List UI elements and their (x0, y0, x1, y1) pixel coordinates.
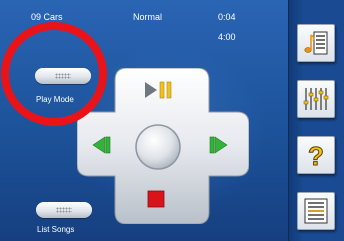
stop-icon (147, 190, 165, 208)
pause-bar-right (166, 81, 172, 99)
playlist-music-icon (304, 31, 328, 55)
menu-list-icon (304, 198, 328, 224)
media-player-screen: 09 Cars Normal 0:04 4:00 Play Mode List … (0, 0, 344, 241)
play-triangle (145, 82, 157, 98)
stop-button[interactable] (147, 190, 165, 208)
list-songs-label: List Songs (37, 225, 75, 234)
grip-icon (56, 207, 72, 213)
previous-track-button[interactable] (89, 135, 113, 155)
previous-bar (105, 136, 111, 154)
elapsed-time: 0:04 (218, 12, 236, 22)
help-icon: ? (308, 141, 325, 172)
center-select-button[interactable] (133, 122, 183, 172)
equalizer-button[interactable] (297, 80, 335, 118)
previous-arrow (92, 136, 106, 154)
track-name: 09 Cars (31, 12, 63, 22)
next-bar (209, 136, 215, 154)
help-button[interactable]: ? (297, 136, 335, 174)
play-pause-button[interactable] (143, 80, 175, 100)
equalizer-icon (303, 88, 329, 110)
playlist-button[interactable] (297, 24, 335, 62)
menu-button[interactable] (297, 192, 335, 230)
next-track-button[interactable] (207, 135, 231, 155)
play-mode-status: Normal (133, 12, 163, 22)
highlight-ring (1, 22, 107, 126)
total-time: 4:00 (218, 32, 236, 42)
svg-text:?: ? (308, 141, 324, 171)
pause-bar-left (159, 81, 165, 99)
next-arrow (214, 136, 228, 154)
